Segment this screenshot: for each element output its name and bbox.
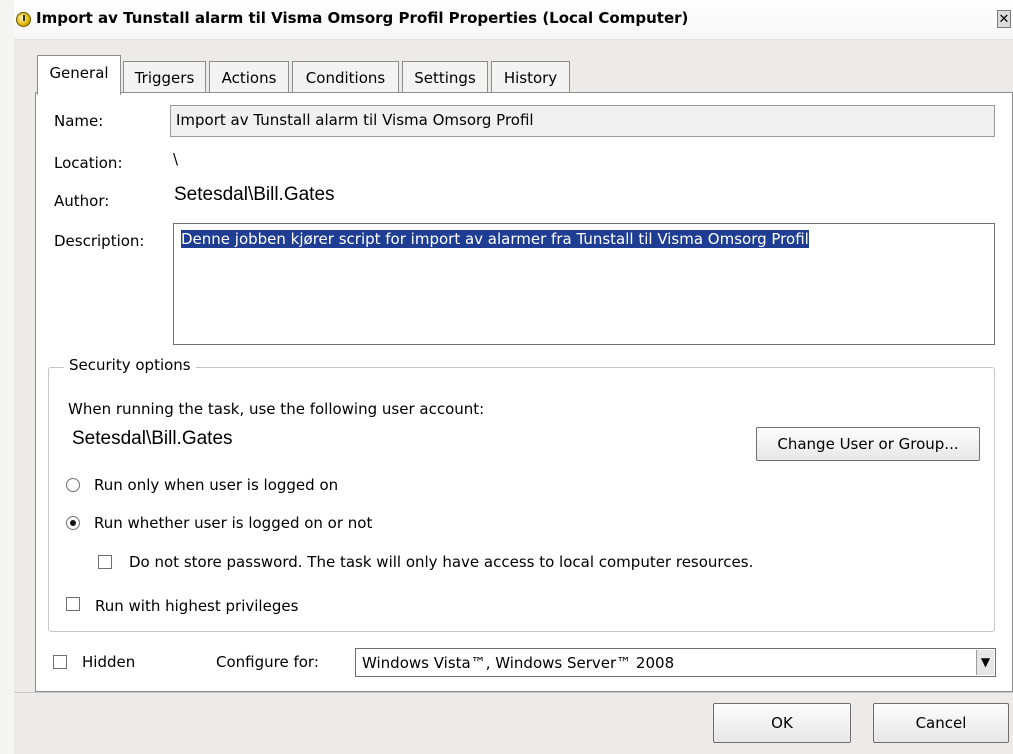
tab-general[interactable]: General [37, 55, 121, 95]
location-value: \ [173, 150, 179, 168]
configure-for-select[interactable]: Windows Vista™, Windows Server™ 2008 ▼ [355, 648, 996, 677]
name-field[interactable]: Import av Tunstall alarm til Visma Omsor… [170, 105, 995, 137]
no-password-checkbox[interactable] [98, 555, 112, 569]
highest-privileges-checkbox[interactable] [66, 597, 80, 611]
hidden-checkbox[interactable] [53, 655, 67, 669]
close-icon[interactable]: ✕ [997, 10, 1011, 28]
hidden-label[interactable]: Hidden [82, 653, 135, 671]
description-field[interactable]: Denne jobben kjører script for import av… [173, 223, 995, 345]
ok-button[interactable]: OK [713, 703, 851, 743]
account-value: Setesdal\Bill.Gates [72, 428, 233, 449]
tab-conditions[interactable]: Conditions [292, 61, 399, 93]
account-prompt: When running the task, use the following… [68, 400, 485, 418]
configure-for-label: Configure for: [216, 653, 319, 671]
tab-settings[interactable]: Settings [402, 61, 488, 93]
description-label: Description: [54, 232, 145, 250]
title-bar[interactable]: Import av Tunstall alarm til Visma Omsor… [14, 0, 1013, 40]
no-password-label[interactable]: Do not store password. The task will onl… [129, 553, 753, 571]
footer-divider [14, 692, 1013, 693]
security-options-label: Security options [64, 356, 196, 374]
window-title: Import av Tunstall alarm til Visma Omsor… [36, 9, 689, 27]
change-user-group-button[interactable]: Change User or Group... [756, 427, 980, 461]
location-label: Location: [54, 154, 123, 172]
author-label: Author: [54, 192, 110, 210]
task-scheduler-icon [16, 12, 31, 27]
tab-history[interactable]: History [491, 61, 570, 93]
run-logged-on-radio[interactable] [66, 478, 80, 492]
name-label: Name: [54, 112, 104, 130]
cancel-button[interactable]: Cancel [873, 703, 1009, 743]
run-whether-label[interactable]: Run whether user is logged on or not [94, 514, 372, 532]
description-text: Denne jobben kjører script for import av… [181, 230, 809, 248]
run-logged-on-label[interactable]: Run only when user is logged on [94, 476, 338, 494]
chevron-down-icon[interactable]: ▼ [976, 650, 994, 675]
highest-privileges-label[interactable]: Run with highest privileges [95, 597, 298, 615]
window-left-edge [0, 0, 14, 754]
configure-for-value: Windows Vista™, Windows Server™ 2008 [362, 654, 675, 672]
tab-triggers[interactable]: Triggers [123, 61, 206, 93]
author-value: Setesdal\Bill.Gates [174, 184, 335, 205]
tab-actions[interactable]: Actions [209, 61, 289, 93]
run-whether-radio[interactable] [66, 516, 80, 530]
